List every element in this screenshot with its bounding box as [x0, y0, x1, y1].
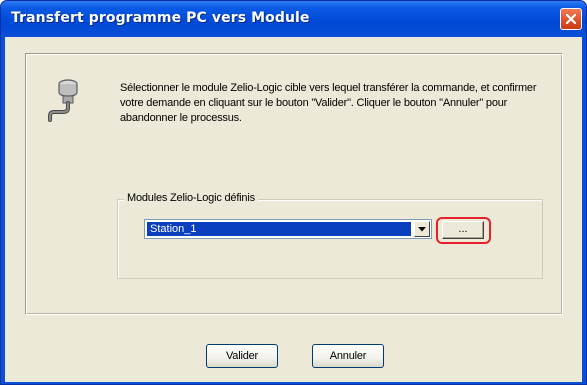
close-button[interactable] [560, 8, 582, 30]
serial-cable-icon [48, 79, 78, 122]
instruction-text: Sélectionner le module Zelio-Logic cible… [120, 82, 537, 124]
title-bar[interactable]: Transfert programme PC vers Module [1, 1, 586, 37]
module-select-value: Station_1 [147, 222, 411, 236]
content-panel: Sélectionner le module Zelio-Logic cible… [25, 53, 563, 315]
cancel-button[interactable]: Annuler [312, 344, 384, 368]
chevron-down-icon [418, 226, 426, 231]
close-icon [565, 13, 577, 25]
validate-button[interactable]: Valider [206, 344, 278, 368]
dialog-window: Transfert programme PC vers Module Sélec… [0, 0, 587, 385]
dialog-body: Sélectionner le module Zelio-Logic cible… [5, 37, 582, 382]
dropdown-button[interactable] [414, 221, 430, 237]
window-title: Transfert programme PC vers Module [11, 10, 310, 26]
groupbox-legend: Modules Zelio-Logic définis [124, 192, 258, 204]
browse-button[interactable]: ... [442, 221, 484, 239]
module-select[interactable]: Station_1 [144, 219, 432, 239]
